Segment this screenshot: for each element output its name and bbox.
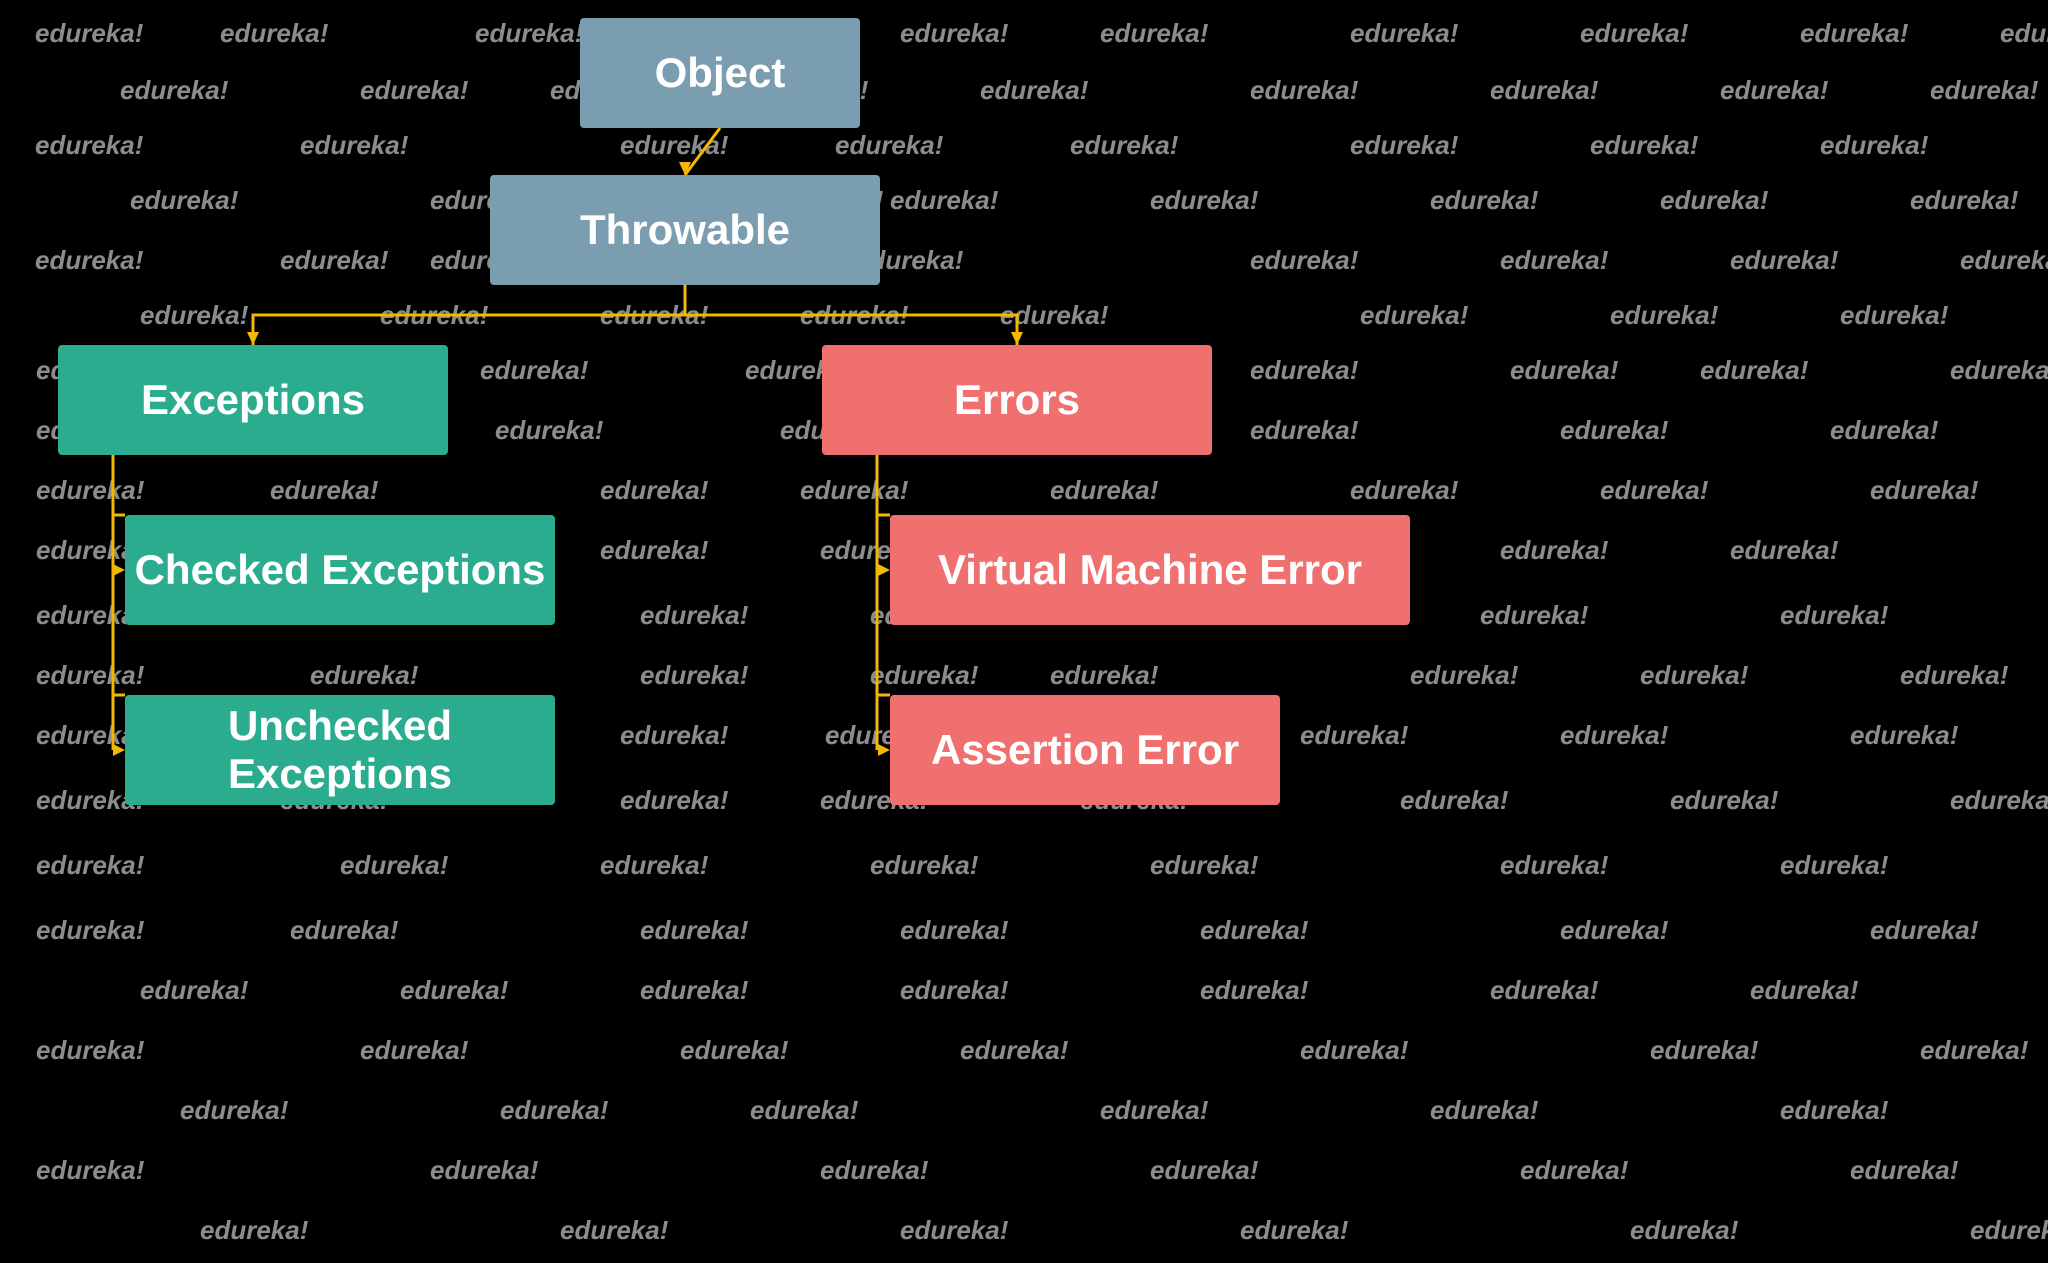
node-unchecked-label: Unchecked Exceptions (125, 702, 555, 798)
node-exceptions: Exceptions (58, 345, 448, 455)
node-object-label: Object (655, 49, 786, 97)
node-throwable-label: Throwable (580, 206, 790, 254)
node-checked-label: Checked Exceptions (135, 546, 546, 594)
node-vme: Virtual Machine Error (890, 515, 1410, 625)
node-unchecked-exceptions: Unchecked Exceptions (125, 695, 555, 805)
node-exceptions-label: Exceptions (141, 376, 365, 424)
node-checked-exceptions: Checked Exceptions (125, 515, 555, 625)
node-throwable: Throwable (490, 175, 880, 285)
connectors-svg (0, 0, 2048, 1263)
node-errors-label: Errors (954, 376, 1080, 424)
diagram-layer: Object Throwable Exceptions Errors Check… (0, 0, 2048, 1263)
node-errors: Errors (822, 345, 1212, 455)
node-assertion-label: Assertion Error (931, 726, 1239, 774)
node-object: Object (580, 18, 860, 128)
node-assertion-error: Assertion Error (890, 695, 1280, 805)
node-vme-label: Virtual Machine Error (938, 546, 1362, 594)
